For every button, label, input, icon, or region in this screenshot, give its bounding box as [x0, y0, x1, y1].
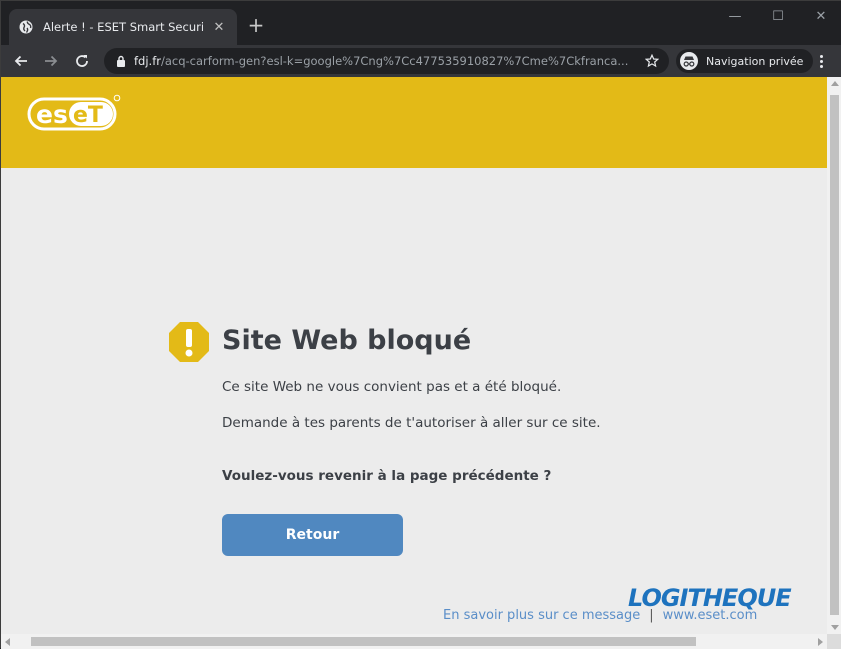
minimize-button[interactable]: —	[720, 7, 750, 27]
lock-icon	[117, 55, 125, 67]
close-window-button[interactable]: ✕	[806, 7, 836, 27]
scroll-left-arrow-icon[interactable]	[5, 638, 10, 646]
browser-window: Alerte ! - ESET Smart Security Pre ✕ + —…	[0, 0, 841, 649]
footer-separator: |	[649, 608, 654, 623]
scrollbar-corner	[827, 634, 841, 649]
new-tab-button[interactable]: +	[245, 15, 267, 35]
learn-more-link[interactable]: En savoir plus sur ce message	[443, 608, 640, 623]
horizontal-scroll-thumb[interactable]	[31, 637, 696, 646]
url-text: fdj.fr/acq-carform-gen?esl-k=google%7Cng…	[134, 54, 639, 68]
forward-nav-button[interactable]	[39, 49, 63, 73]
vertical-scrollbar[interactable]	[827, 77, 841, 634]
svg-text:es: es	[36, 100, 68, 129]
close-tab-icon[interactable]: ✕	[211, 20, 227, 35]
back-nav-button[interactable]	[9, 49, 33, 73]
scroll-down-arrow-icon[interactable]	[831, 625, 839, 630]
go-back-question: Voulez-vous revenir à la page précédente…	[222, 468, 552, 484]
scroll-right-arrow-icon[interactable]	[818, 638, 823, 646]
horizontal-scrollbar[interactable]	[1, 634, 827, 649]
maximize-button[interactable]: ☐	[763, 7, 793, 27]
globe-icon	[19, 20, 33, 34]
menu-dot	[819, 54, 823, 58]
url-host: fdj.fr	[134, 54, 161, 68]
star-icon[interactable]	[645, 54, 659, 68]
warning-icon	[169, 322, 209, 362]
vertical-scroll-thumb[interactable]	[830, 95, 839, 615]
arrow-left-icon	[14, 55, 27, 67]
incognito-label: Navigation privée	[706, 54, 804, 68]
address-bar[interactable]: fdj.fr/acq-carform-gen?esl-k=google%7Cng…	[104, 48, 669, 74]
tab-title: Alerte ! - ESET Smart Security Pre	[43, 20, 203, 34]
arrow-right-icon	[45, 55, 58, 67]
tab-strip: Alerte ! - ESET Smart Security Pre ✕ + —…	[1, 1, 841, 45]
url-path: /acq-carform-gen?esl-k=google%7Cng%7Cc47…	[160, 54, 629, 68]
retour-button[interactable]: Retour	[222, 514, 403, 556]
svg-text:eT: eT	[73, 103, 103, 128]
browser-menu-button[interactable]	[811, 51, 831, 71]
reload-icon	[76, 55, 88, 67]
eset-logo: es eT	[27, 94, 121, 131]
menu-dot	[819, 64, 823, 68]
eset-site-link[interactable]: www.eset.com	[663, 608, 758, 623]
footer-links: En savoir plus sur ce message | www.eset…	[443, 608, 757, 623]
incognito-icon	[680, 52, 698, 70]
blocked-message: Ce site Web ne vous convient pas et a ét…	[222, 379, 562, 395]
reload-button[interactable]	[70, 49, 94, 73]
eset-banner: es eT	[1, 77, 827, 168]
scroll-up-arrow-icon[interactable]	[831, 81, 839, 86]
browser-toolbar: fdj.fr/acq-carform-gen?esl-k=google%7Cng…	[1, 45, 841, 77]
parent-permission-message: Demande à tes parents de t'autoriser à a…	[222, 415, 601, 431]
page-content: es eT Site Web bloqué Ce site Web ne vou…	[1, 77, 827, 634]
menu-dot	[819, 59, 823, 63]
incognito-indicator[interactable]: Navigation privée	[676, 49, 814, 73]
page-title: Site Web bloqué	[222, 325, 472, 356]
browser-tab[interactable]: Alerte ! - ESET Smart Security Pre ✕	[9, 9, 237, 45]
